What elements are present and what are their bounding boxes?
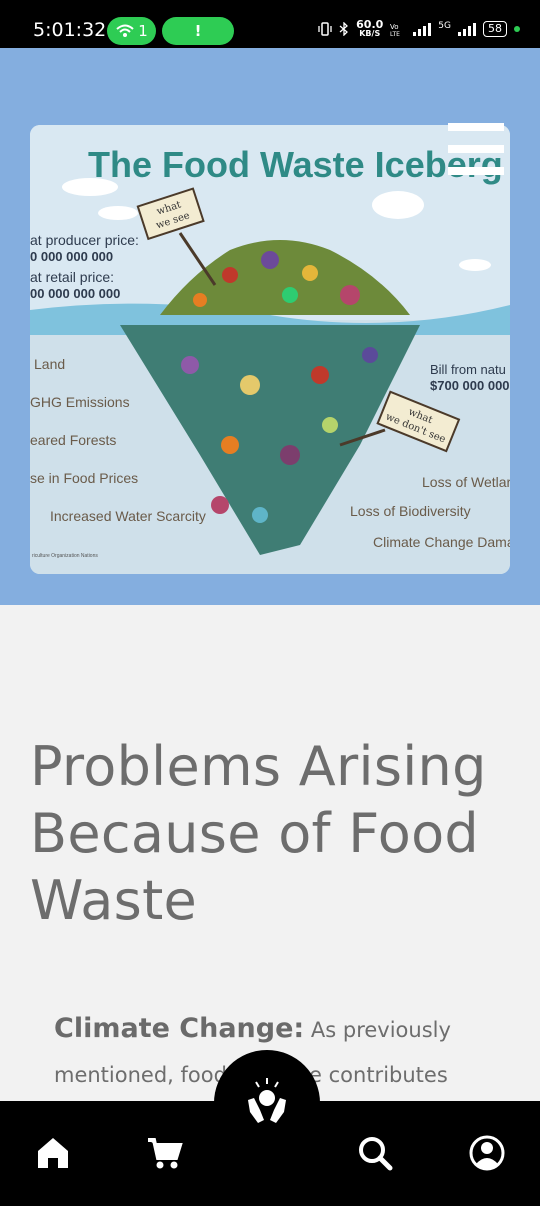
network-speed: 60.0 KB/S [356,18,384,38]
alert-pill: ! [162,17,234,45]
svg-text:Loss of Wetlar: Loss of Wetlar [422,474,510,490]
svg-text:at retail price:: at retail price: [30,269,114,285]
menu-bar-icon [448,123,504,131]
svg-text:Bill from natu: Bill from natu [430,362,506,377]
battery-indicator: 58 [483,21,507,37]
svg-text:Climate Change Dama: Climate Change Dama [373,534,510,550]
svg-text:$700 000 000: $700 000 000 [430,378,510,393]
menu-bar-icon [448,145,504,153]
status-bar: 5:01:32 1 ! 60.0 KB/S Vo LTE 5G 58 [0,0,540,48]
svg-text:LTE: LTE [390,31,400,36]
account-icon[interactable] [468,1134,506,1172]
status-time: 5:01:32 [33,19,107,41]
status-icons: 60.0 KB/S Vo LTE 5G 58 [318,18,520,38]
bluetooth-icon [339,22,349,36]
hotspot-count: 1 [138,22,148,40]
svg-text:GHG Emissions: GHG Emissions [30,394,130,410]
menu-bar-icon [448,167,504,175]
signal-icon-2 [458,23,476,36]
cart-icon[interactable] [146,1134,184,1172]
svg-text:eared Forests: eared Forests [30,432,116,448]
svg-text:Increased Water Scarcity: Increased Water Scarcity [50,508,206,524]
helping-hands-icon [248,1078,286,1123]
alert-glyph: ! [194,22,202,40]
para-bold-label: Climate Change: [54,1013,305,1044]
image-title: The Food Waste Iceberg [88,144,503,185]
food-waste-iceberg-image: The Food Waste Iceberg what we see what … [30,125,510,574]
vibrate-icon [318,22,332,36]
hero-section: The Food Waste Iceberg what we see what … [0,48,540,605]
signal-icon [413,23,432,36]
hotspot-icon [116,24,134,37]
hamburger-menu-button[interactable] [448,123,504,175]
volte-icon: VoLTE [390,23,400,36]
svg-text:riculture Organization Nations: riculture Organization Nations [32,553,98,559]
section-heading: Problems Arising Because of Food Waste [30,735,487,932]
iceberg-illustration: The Food Waste Iceberg what we see what … [30,125,510,574]
home-icon[interactable] [34,1134,72,1172]
svg-text:at producer price:: at producer price: [30,232,139,248]
svg-text:se in Food Prices: se in Food Prices [30,470,138,486]
hotspot-pill: 1 [107,17,156,45]
main-content: Problems Arising Because of Food Waste C… [0,605,540,1105]
svg-text:0 000 000 000: 0 000 000 000 [30,249,113,264]
search-icon[interactable] [356,1134,394,1172]
svg-text:Vo: Vo [390,23,399,31]
svg-text:Land: Land [34,356,65,372]
privacy-dot [514,26,520,32]
svg-text:Loss of Biodiversity: Loss of Biodiversity [350,503,471,519]
donate-center-button[interactable] [214,1050,320,1156]
network-type: 5G [438,21,451,31]
svg-text:00 000 000 000: 00 000 000 000 [30,286,120,301]
